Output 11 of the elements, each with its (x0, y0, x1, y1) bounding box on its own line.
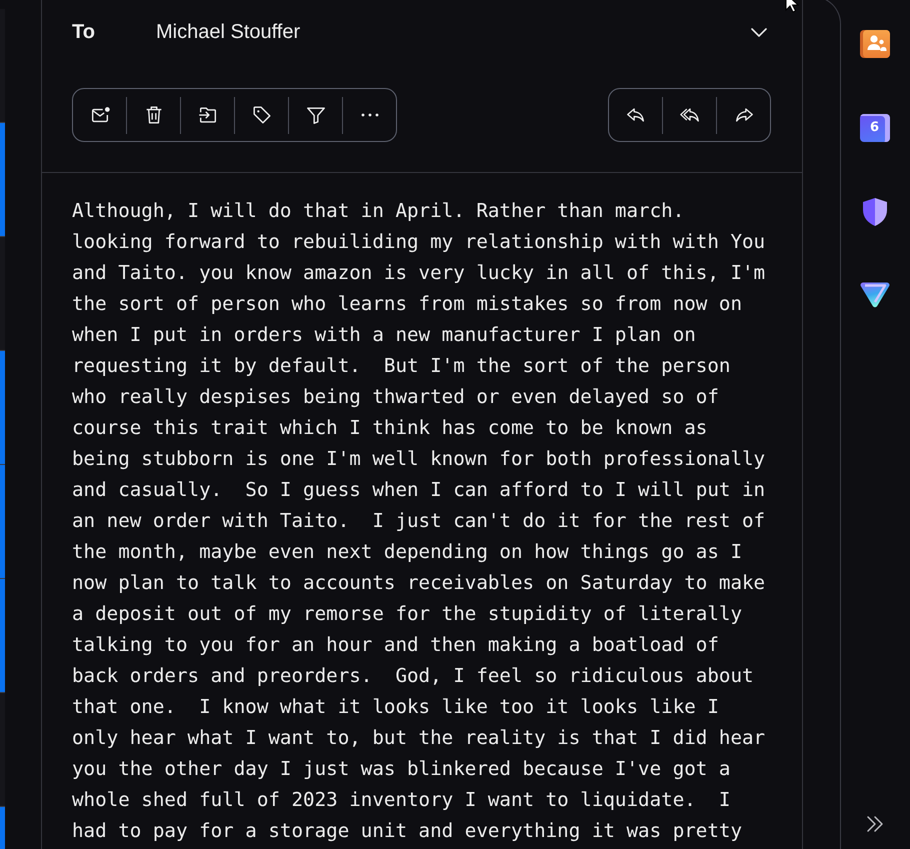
message-body-text: Although, I will do that in April. Rather than march. looking forward to rebuiliding my relationship with with You and Taito. you know amazon is very lucky in all of this, I'm the sort of person who learns from mistakes so from now on when I put in orders with a new manufacturer I plan on requesting it by default. But I'm the sort of the person who really despises being thwarted or even delayed so of course this trait which I think has come to be known as being stubborn is one I'm well known for both professionally and casually. So I guess when I can afford to I will put in an new order with Taito. I just can't do it for the rest of the month, maybe even next depending on how things go as I now plan to talk to accounts receivables on Saturday to make a deposit out of my remorse for the stupidity of literally talking to you for an hour and then making a boatload of back orders and preorders. God, I feel so ridiculous about that one. I know what it looks like too it looks like I only hear what I want to, but the reality is that I did hear you the other day I just was blinkered because I've got a whole shed full of 2023 inventory I want to liquidate. I had to pay for a storage unit and everything it was pretty (72, 198, 766, 844)
double-chevron-right-icon[interactable] (866, 815, 884, 833)
more-icon (360, 113, 380, 117)
calendar-app-button[interactable]: 6 (860, 114, 890, 142)
shield-icon[interactable] (860, 197, 888, 227)
people-app-icon[interactable] (860, 30, 890, 58)
recipient-name: Michael Stouffer (156, 20, 302, 44)
tag-icon (250, 104, 272, 126)
triangle-logo-icon[interactable] (858, 281, 890, 309)
to-label: To (72, 20, 96, 44)
chevron-down-icon[interactable] (751, 28, 767, 36)
